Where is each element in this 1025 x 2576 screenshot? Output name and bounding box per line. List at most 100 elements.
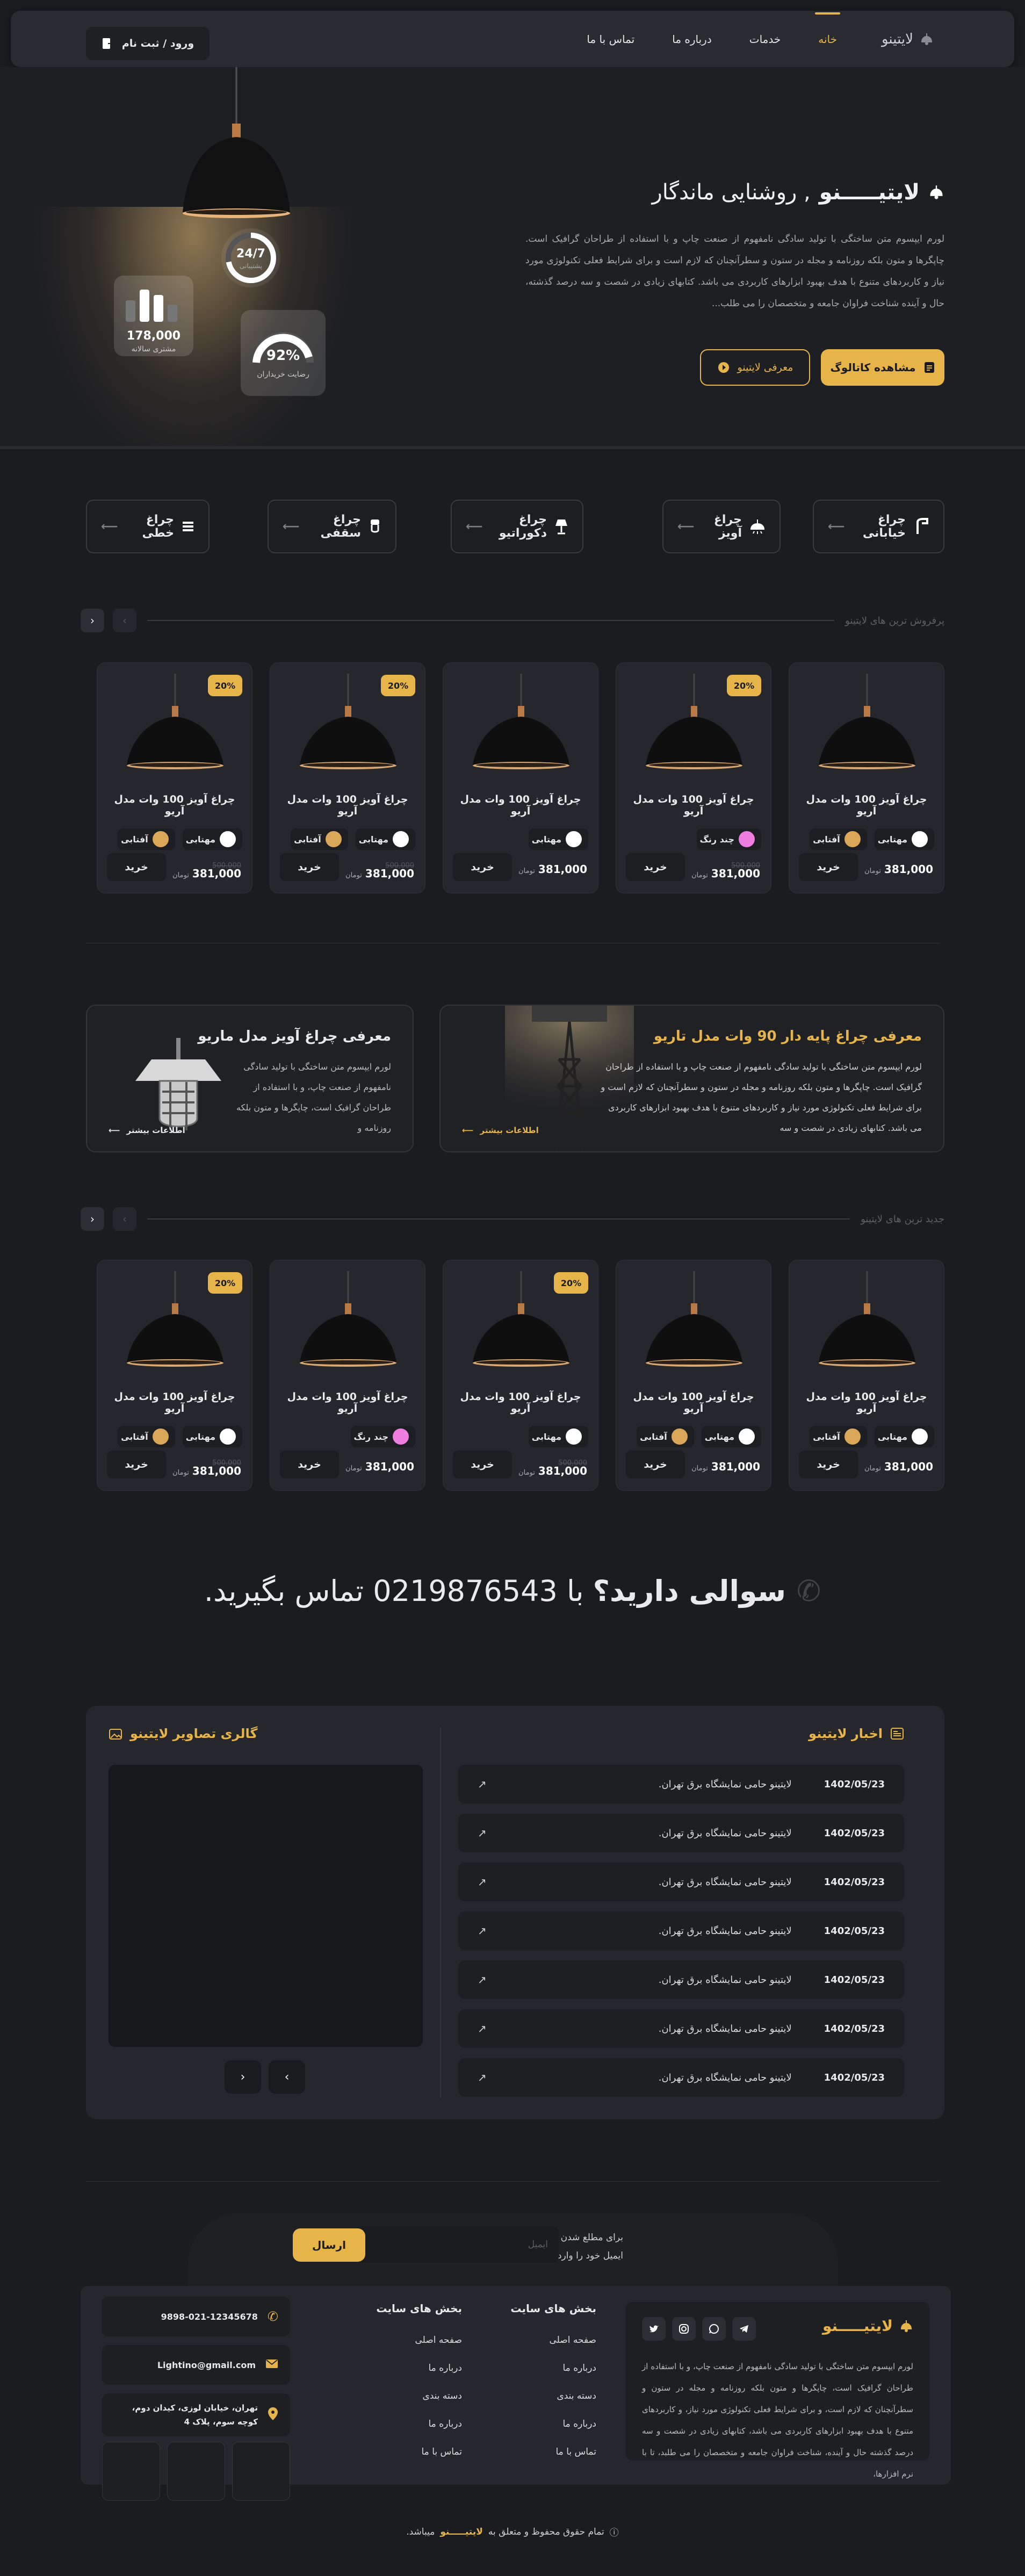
carousel-next-button[interactable]: ‹ <box>81 609 104 632</box>
external-link-icon[interactable]: ↗ <box>478 1827 487 1839</box>
gallery-next-button[interactable]: ‹ <box>225 2060 261 2094</box>
external-link-icon[interactable]: ↗ <box>478 2022 487 2035</box>
gallery-image-area[interactable] <box>109 1765 423 2047</box>
external-link-icon[interactable]: ↗ <box>478 1778 487 1791</box>
category-ceiling-light[interactable]: چراغ سقفی ⟵ <box>268 500 396 553</box>
email-input[interactable]: ایمیل <box>355 2226 559 2263</box>
nav-services[interactable]: خدمات <box>749 33 781 46</box>
buy-button[interactable]: خرید <box>453 1451 512 1478</box>
instagram-icon[interactable] <box>672 2317 696 2341</box>
nav-home[interactable]: خانه <box>815 12 840 46</box>
product-image[interactable] <box>278 1271 418 1379</box>
footer-email[interactable]: Lightino@gmail.com <box>102 2345 290 2385</box>
product-card[interactable]: 20% چراغ آویز 100 وات مدل آریو مهتابی 500,0… <box>443 1260 598 1491</box>
product-name[interactable]: چراغ آویز 100 وات مدل آریو <box>280 1391 415 1415</box>
product-image[interactable] <box>624 1271 764 1379</box>
category-linear-light[interactable]: چراغ خطی ⟵ <box>86 500 210 553</box>
color-option[interactable]: آفتابی <box>810 828 867 850</box>
news-item[interactable]: 1402/05/23 لایتینو حامی نمایشگاه برق تهرا… <box>458 1863 904 1901</box>
color-option[interactable]: آفتابی <box>810 1426 867 1447</box>
footer-link[interactable]: تماس با ما <box>355 2435 463 2469</box>
product-card[interactable]: 20% چراغ آویز 100 وات مدل آریو مهتابی آفتاب… <box>270 662 425 893</box>
twitter-icon[interactable] <box>642 2317 666 2341</box>
color-option[interactable]: مهتابی <box>701 1426 761 1447</box>
news-item[interactable]: 1402/05/23 لایتینو حامی نمایشگاه برق تهرا… <box>458 1911 904 1950</box>
login-button[interactable]: ورود / ثبت نام <box>86 27 210 60</box>
color-option[interactable]: مهتابی <box>355 828 415 850</box>
site-logo[interactable]: لایتینو <box>882 11 934 67</box>
color-option[interactable]: آفتابی <box>118 828 175 850</box>
product-name[interactable]: چراغ آویز 100 وات مدل آریو <box>799 793 934 817</box>
category-decorative-light[interactable]: چراغ دکوراتیو ⟵ <box>451 500 583 553</box>
banner-tario[interactable]: معرفی چراغ پایه دار 90 وات مدل تاریو لور… <box>439 1005 944 1152</box>
buy-button[interactable]: خرید <box>626 1451 685 1478</box>
buy-button[interactable]: خرید <box>799 1451 858 1478</box>
news-item[interactable]: 1402/05/23 لایتینو حامی نمایشگاه برق تهرا… <box>458 1814 904 1852</box>
buy-button[interactable]: خرید <box>626 853 685 881</box>
more-info-link[interactable]: اطلاعات بیشتر ⟵ <box>109 1125 185 1135</box>
footer-address[interactable]: تهران، خیابان لوزی، کیدان دوم، کوچه سوم،… <box>102 2393 290 2436</box>
product-image[interactable] <box>797 674 937 781</box>
trust-badge[interactable] <box>232 2442 290 2501</box>
product-image[interactable] <box>451 674 591 781</box>
carousel-next-button[interactable]: ‹ <box>81 1207 104 1231</box>
product-name[interactable]: چراغ آویز 100 وات مدل آریو <box>107 793 242 817</box>
product-name[interactable]: چراغ آویز 100 وات مدل آریو <box>107 1391 242 1415</box>
gallery-prev-button[interactable]: › <box>269 2060 305 2094</box>
footer-logo[interactable]: لایتیـــــنو <box>822 2317 913 2335</box>
product-card[interactable]: 20% چراغ آویز 100 وات مدل آریو مهتابی آفتاب… <box>97 662 252 893</box>
product-name[interactable]: چراغ آویز 100 وات مدل آریو <box>799 1391 934 1415</box>
news-item[interactable]: 1402/05/23 لایتینو حامی نمایشگاه برق تهرا… <box>458 2009 904 2048</box>
nav-about[interactable]: درباره ما <box>672 33 712 46</box>
color-option[interactable]: مهتابی <box>874 828 934 850</box>
color-option[interactable]: مهتابی <box>182 1426 242 1447</box>
color-option[interactable]: آفتابی <box>118 1426 175 1447</box>
product-image[interactable] <box>797 1271 937 1379</box>
trust-badge[interactable] <box>167 2442 225 2501</box>
carousel-prev-button[interactable]: › <box>113 1207 136 1231</box>
more-info-link[interactable]: اطلاعات بیشتر ⟵ <box>462 1125 539 1135</box>
product-card[interactable]: چراغ آویز 100 وات مدل آریو مهتابی آفتابی 38… <box>616 1260 771 1491</box>
external-link-icon[interactable]: ↗ <box>478 1973 487 1986</box>
color-option[interactable]: مهتابی <box>528 828 588 850</box>
product-name[interactable]: چراغ آویز 100 وات مدل آریو <box>626 1391 761 1415</box>
product-card[interactable]: چراغ آویز 100 وات مدل آریو چند رنگ 381,000… <box>270 1260 425 1491</box>
product-name[interactable]: چراغ آویز 100 وات مدل آریو <box>453 793 588 817</box>
intro-video-button[interactable]: معرفی لایتینو <box>700 349 810 386</box>
buy-button[interactable]: خرید <box>280 853 339 881</box>
color-option[interactable]: مهتابی <box>182 828 242 850</box>
color-option[interactable]: مهتابی <box>528 1426 588 1447</box>
news-item[interactable]: 1402/05/23 لایتینو حامی نمایشگاه برق تهرا… <box>458 1765 904 1803</box>
buy-button[interactable]: خرید <box>107 853 166 881</box>
buy-button[interactable]: خرید <box>107 1451 166 1478</box>
product-name[interactable]: چراغ آویز 100 وات مدل آریو <box>626 793 761 817</box>
carousel-prev-button[interactable]: › <box>113 609 136 632</box>
color-option[interactable]: آفتابی <box>637 1426 694 1447</box>
whatsapp-icon[interactable] <box>702 2317 726 2341</box>
color-option[interactable]: چند رنگ <box>696 828 761 850</box>
newsletter-submit-button[interactable]: ارسال <box>293 2228 365 2262</box>
product-card[interactable]: چراغ آویز 100 وات مدل آریو مهتابی آفتابی 38… <box>789 1260 944 1491</box>
trust-badge[interactable] <box>102 2442 160 2501</box>
product-name[interactable]: چراغ آویز 100 وات مدل آریو <box>280 793 415 817</box>
view-catalog-button[interactable]: مشاهده کاتالوگ <box>821 349 944 386</box>
nav-contact[interactable]: تماس با ما <box>587 33 634 46</box>
category-street-light[interactable]: چراغ خیابانی ⟵ <box>813 500 944 553</box>
product-card[interactable]: چراغ آویز 100 وات مدل آریو مهتابی 381,000ت… <box>443 662 598 893</box>
product-card[interactable]: 20% چراغ آویز 100 وات مدل آریو چند رنگ 500,… <box>616 662 771 893</box>
buy-button[interactable]: خرید <box>799 853 858 881</box>
product-card[interactable]: 20% چراغ آویز 100 وات مدل آریو مهتابی آفتاب… <box>97 1260 252 1491</box>
color-option[interactable]: آفتابی <box>291 828 348 850</box>
product-name[interactable]: چراغ آویز 100 وات مدل آریو <box>453 1391 588 1415</box>
product-card[interactable]: چراغ آویز 100 وات مدل آریو مهتابی آفتابی 38… <box>789 662 944 893</box>
telegram-icon[interactable] <box>732 2317 756 2341</box>
color-option[interactable]: مهتابی <box>874 1426 934 1447</box>
color-option[interactable]: چند رنگ <box>350 1426 415 1447</box>
footer-phone[interactable]: ✆ 9898-021-12345678 <box>102 2297 290 2336</box>
external-link-icon[interactable]: ↗ <box>478 1924 487 1937</box>
news-item[interactable]: 1402/05/23 لایتینو حامی نمایشگاه برق تهرا… <box>458 2058 904 2097</box>
buy-button[interactable]: خرید <box>453 853 512 881</box>
banner-mario[interactable]: معرفی چراغ آویز مدل ماریو لورم ایپسوم مت… <box>86 1005 414 1152</box>
external-link-icon[interactable]: ↗ <box>478 2071 487 2084</box>
footer-link[interactable]: تماس با ما <box>489 2435 597 2469</box>
